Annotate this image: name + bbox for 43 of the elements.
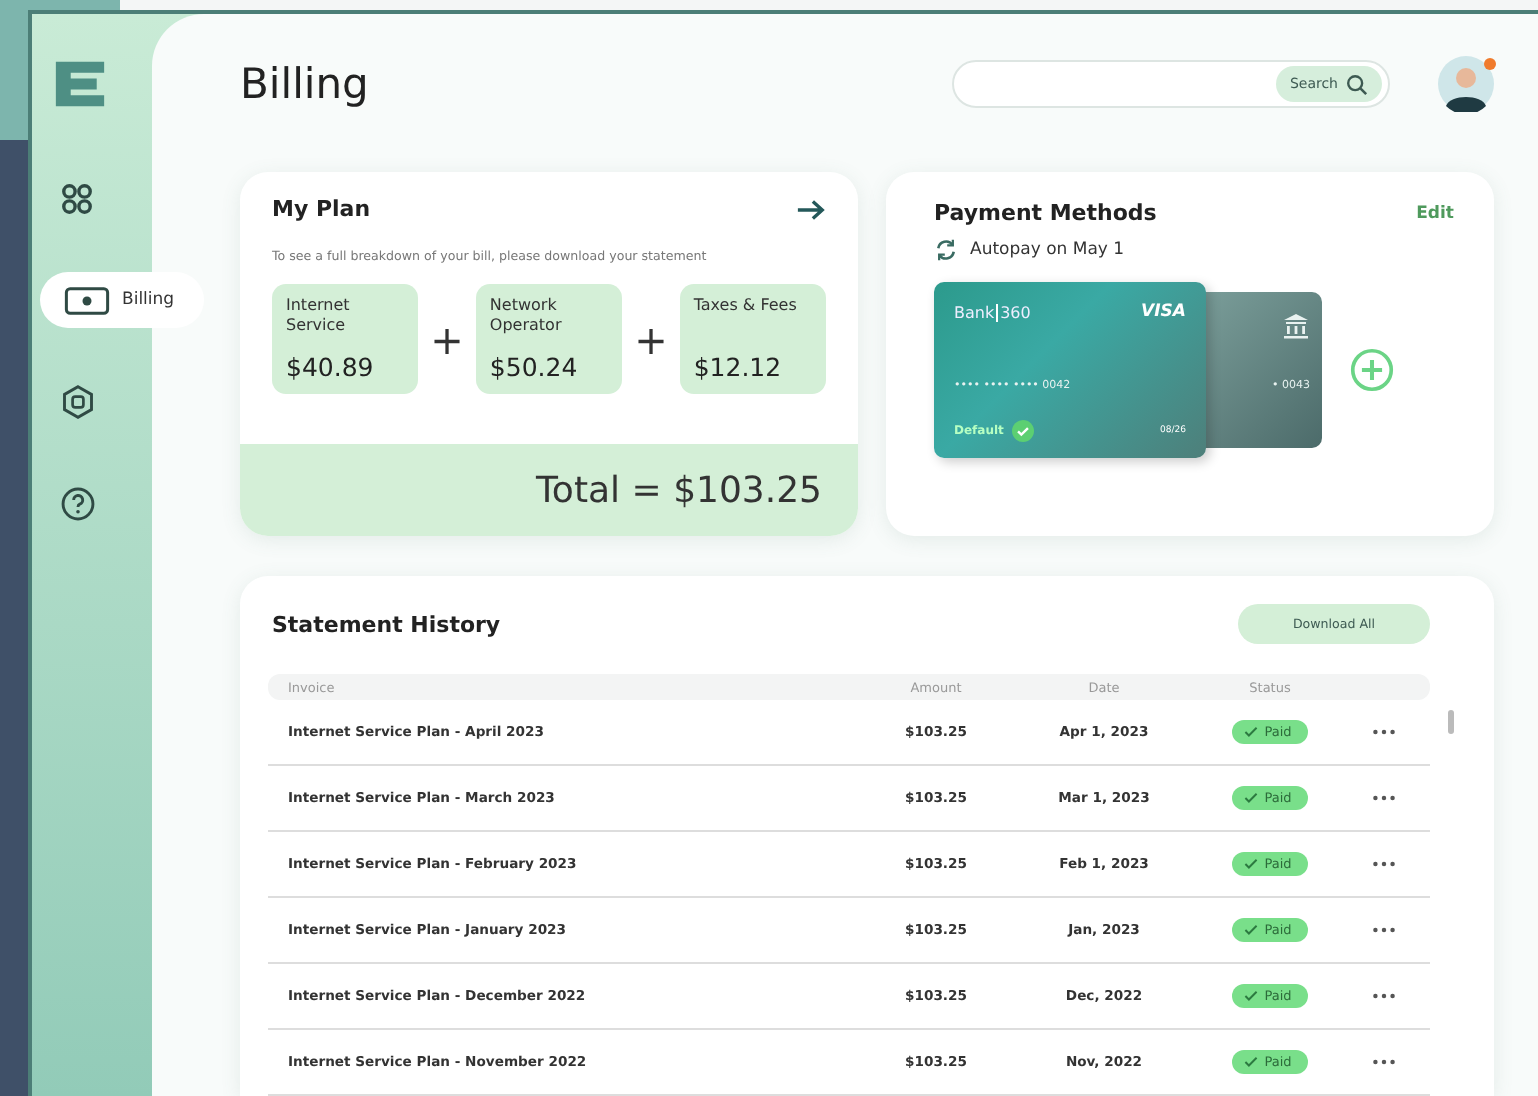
search-icon bbox=[1346, 73, 1368, 95]
hexagon-icon bbox=[60, 384, 96, 420]
card-title: My Plan bbox=[272, 196, 371, 222]
card-title: Statement History bbox=[272, 611, 501, 637]
total-amount: Total = $103.25 bbox=[536, 469, 822, 511]
nav-item[interactable]: Billing bbox=[40, 272, 204, 328]
more-icon[interactable] bbox=[1372, 794, 1396, 802]
check-icon bbox=[1244, 1056, 1259, 1068]
bank-name: Bank 360 bbox=[954, 303, 1031, 321]
arrow-right-icon[interactable] bbox=[796, 197, 826, 221]
check-icon bbox=[1244, 792, 1259, 804]
card-title: Payment Methods bbox=[934, 200, 1157, 226]
logo-icon bbox=[52, 58, 108, 110]
charge-amount: $40.89 bbox=[286, 352, 376, 382]
charge-amount: $50.24 bbox=[489, 352, 580, 382]
avatar[interactable] bbox=[1438, 56, 1494, 112]
refresh-icon bbox=[934, 238, 958, 262]
grid-icon bbox=[60, 181, 94, 215]
bank-building-icon bbox=[1282, 312, 1310, 340]
more-icon[interactable] bbox=[1372, 992, 1396, 1000]
banknote-icon bbox=[64, 285, 110, 315]
check-icon bbox=[1244, 924, 1259, 936]
help-icon bbox=[60, 486, 96, 522]
card-network: VISA bbox=[1141, 302, 1186, 322]
plus-sign: + bbox=[430, 315, 464, 363]
charge-label: Taxes & Fees bbox=[693, 296, 799, 316]
check-icon bbox=[1244, 858, 1259, 870]
check-icon bbox=[1244, 990, 1259, 1002]
charge-label: Internet Service bbox=[286, 296, 352, 336]
person-silhouette-icon bbox=[1438, 56, 1494, 112]
autopay-text: Autopay on May 1 bbox=[970, 240, 1125, 260]
plus-sign: + bbox=[634, 315, 668, 363]
scrollbar-thumb[interactable] bbox=[1448, 710, 1454, 734]
more-icon[interactable] bbox=[1372, 926, 1396, 934]
more-icon[interactable] bbox=[1372, 1058, 1396, 1066]
charge-amount: $12.12 bbox=[693, 352, 784, 382]
more-icon[interactable] bbox=[1372, 860, 1396, 868]
check-circle-icon bbox=[1011, 420, 1034, 442]
edit-link[interactable]: Edit bbox=[1416, 203, 1454, 223]
charge-label: Network Operator bbox=[489, 296, 564, 336]
more-icon[interactable] bbox=[1372, 728, 1396, 736]
page-title: Billing bbox=[240, 60, 371, 108]
check-icon bbox=[1244, 726, 1259, 738]
